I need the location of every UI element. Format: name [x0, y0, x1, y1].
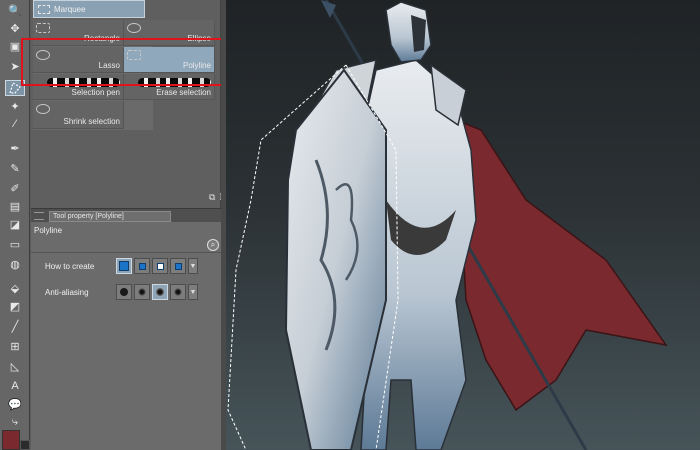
new-selection-option[interactable]: [116, 258, 132, 274]
duplicate-icon[interactable]: ⧉: [209, 192, 215, 203]
aa-strong-option[interactable]: [170, 284, 186, 300]
intersect-selection-option[interactable]: [170, 258, 186, 274]
aa-medium-option[interactable]: [152, 284, 168, 300]
zoom-icon[interactable]: 🔍: [5, 2, 25, 18]
tool-property-tab[interactable]: Tool property [Polyline]: [49, 211, 171, 222]
how-to-create-row: How to create ▼: [31, 256, 221, 276]
figure-icon[interactable]: ╱: [5, 318, 25, 334]
artwork-knight: [227, 0, 668, 450]
divider: [31, 252, 221, 253]
how-to-create-options: ▼: [116, 258, 198, 274]
anti-aliasing-label: Anti-aliasing: [45, 288, 89, 297]
cape: [455, 118, 668, 412]
fill-icon[interactable]: ⬙: [5, 280, 25, 296]
marquee-icon: [38, 4, 50, 14]
blend-icon[interactable]: ◍: [5, 256, 25, 272]
subtool-label: Erase selection: [156, 88, 211, 97]
how-to-create-dropdown[interactable]: ▼: [188, 258, 198, 274]
tool-property-tab-label: Tool property [Polyline]: [53, 213, 124, 220]
pencil-icon[interactable]: ✎: [5, 160, 25, 176]
chevron-down-icon: ▼: [189, 288, 197, 296]
text-icon[interactable]: A: [5, 378, 25, 394]
add-selection-option[interactable]: [134, 258, 150, 274]
tool-property-panel: Polyline ⌕ How to create ▼ Anti-aliasing…: [31, 222, 221, 450]
brush-icon[interactable]: ✐: [5, 180, 25, 196]
frame-icon[interactable]: ⊞: [5, 338, 25, 354]
how-to-create-label: How to create: [45, 262, 95, 271]
marquee-tab-label: Marquee: [54, 4, 86, 14]
anti-aliasing-dropdown[interactable]: ▼: [188, 284, 198, 300]
rectangle-icon: [36, 23, 50, 33]
anti-aliasing-row: Anti-aliasing ▼: [31, 282, 221, 302]
subtool-shrink-selection[interactable]: Shrink selection: [33, 101, 124, 129]
sub-tool-panel: Marquee Rectangle Ellipse Lasso Polyline…: [31, 0, 243, 208]
canvas[interactable]: [226, 0, 700, 450]
gradient-icon[interactable]: ◩: [5, 298, 25, 314]
subtool-label: Shrink selection: [63, 117, 120, 126]
eyedropper-icon[interactable]: ⁄: [5, 116, 25, 132]
search-icon[interactable]: ⌕: [207, 239, 219, 251]
ellipse-icon: [127, 23, 141, 33]
remove-selection-option[interactable]: [152, 258, 168, 274]
auto-select-icon[interactable]: ✦: [5, 98, 25, 114]
correction-icon[interactable]: ⤷: [5, 414, 25, 430]
decoration-icon[interactable]: ◪: [5, 216, 25, 232]
subtool-label: Selection pen: [71, 88, 120, 97]
tool-property-header: Tool property [Polyline]: [31, 208, 221, 222]
pen-icon[interactable]: ✒: [5, 140, 25, 156]
sub-color-swatch[interactable]: [20, 440, 30, 450]
eraser-icon[interactable]: ▭: [5, 236, 25, 252]
aa-none-option[interactable]: [116, 284, 132, 300]
balloon-icon[interactable]: 💬: [5, 396, 25, 412]
move-icon[interactable]: ✥: [5, 20, 25, 36]
grip-icon[interactable]: [34, 212, 44, 220]
highlight-box: [21, 38, 225, 86]
shrink-selection-icon: [36, 104, 50, 114]
marquee-tab[interactable]: Marquee: [33, 0, 145, 18]
airbrush-icon[interactable]: ▤: [5, 198, 25, 214]
aa-weak-option[interactable]: [134, 284, 150, 300]
chevron-down-icon: ▼: [189, 262, 197, 270]
tool-property-title: Polyline: [34, 226, 63, 235]
main-color-swatch[interactable]: [2, 430, 20, 450]
anti-aliasing-options: ▼: [116, 284, 198, 300]
ruler-icon[interactable]: ◺: [5, 358, 25, 374]
